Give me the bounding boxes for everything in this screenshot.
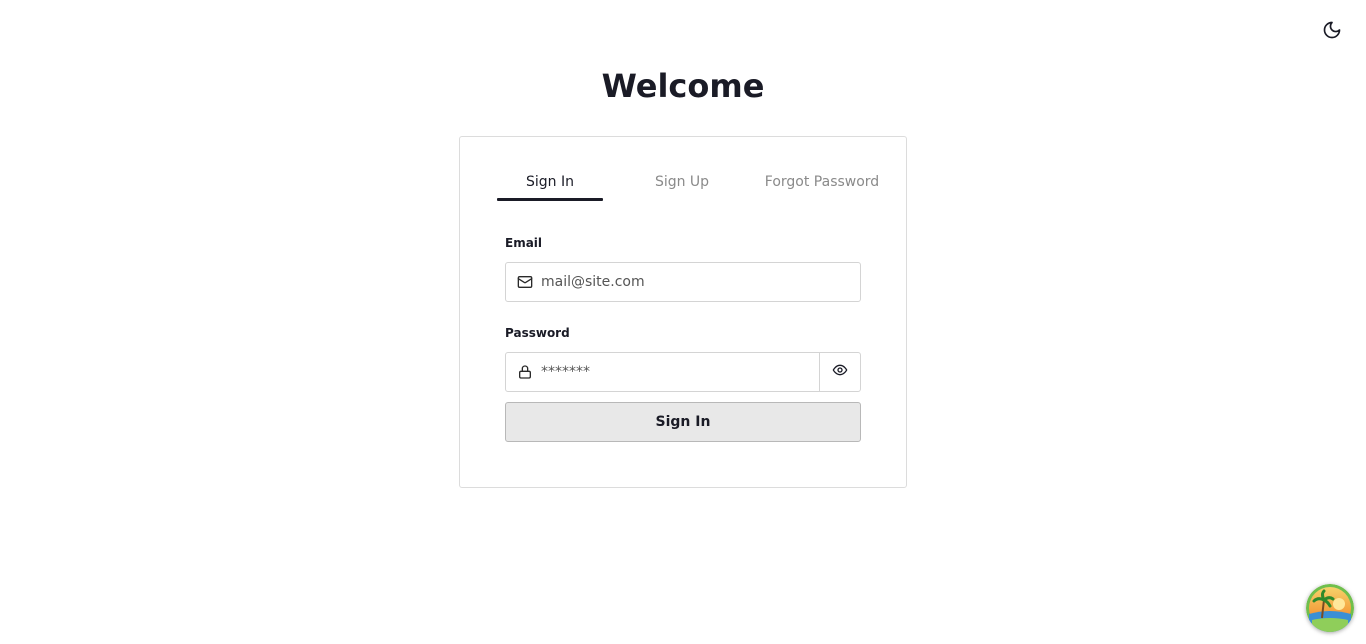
password-label: Password	[505, 326, 570, 340]
show-password-button[interactable]	[819, 352, 861, 392]
auth-page: Welcome Sign In Sign Up Forgot Password …	[0, 0, 1366, 644]
email-input[interactable]	[541, 264, 821, 300]
email-field[interactable]	[505, 262, 861, 302]
auth-tabs: Sign In Sign Up Forgot Password	[497, 163, 883, 201]
tab-forgot-password[interactable]: Forgot Password	[761, 163, 883, 201]
moon-icon	[1322, 20, 1342, 44]
eye-icon	[832, 362, 848, 382]
password-input[interactable]	[541, 354, 819, 390]
tab-sign-up[interactable]: Sign Up	[603, 163, 761, 201]
theme-toggle-button[interactable]	[1316, 18, 1348, 46]
lock-icon	[517, 364, 533, 380]
password-field[interactable]	[505, 352, 820, 392]
tab-sign-in[interactable]: Sign In	[497, 163, 603, 201]
palm-tree-sunset-icon	[1306, 584, 1354, 632]
sign-in-button[interactable]: Sign In	[505, 402, 861, 442]
email-label: Email	[505, 236, 543, 250]
floating-avatar-button[interactable]	[1306, 584, 1354, 632]
mail-icon	[517, 274, 533, 290]
page-title: Welcome	[601, 67, 765, 105]
